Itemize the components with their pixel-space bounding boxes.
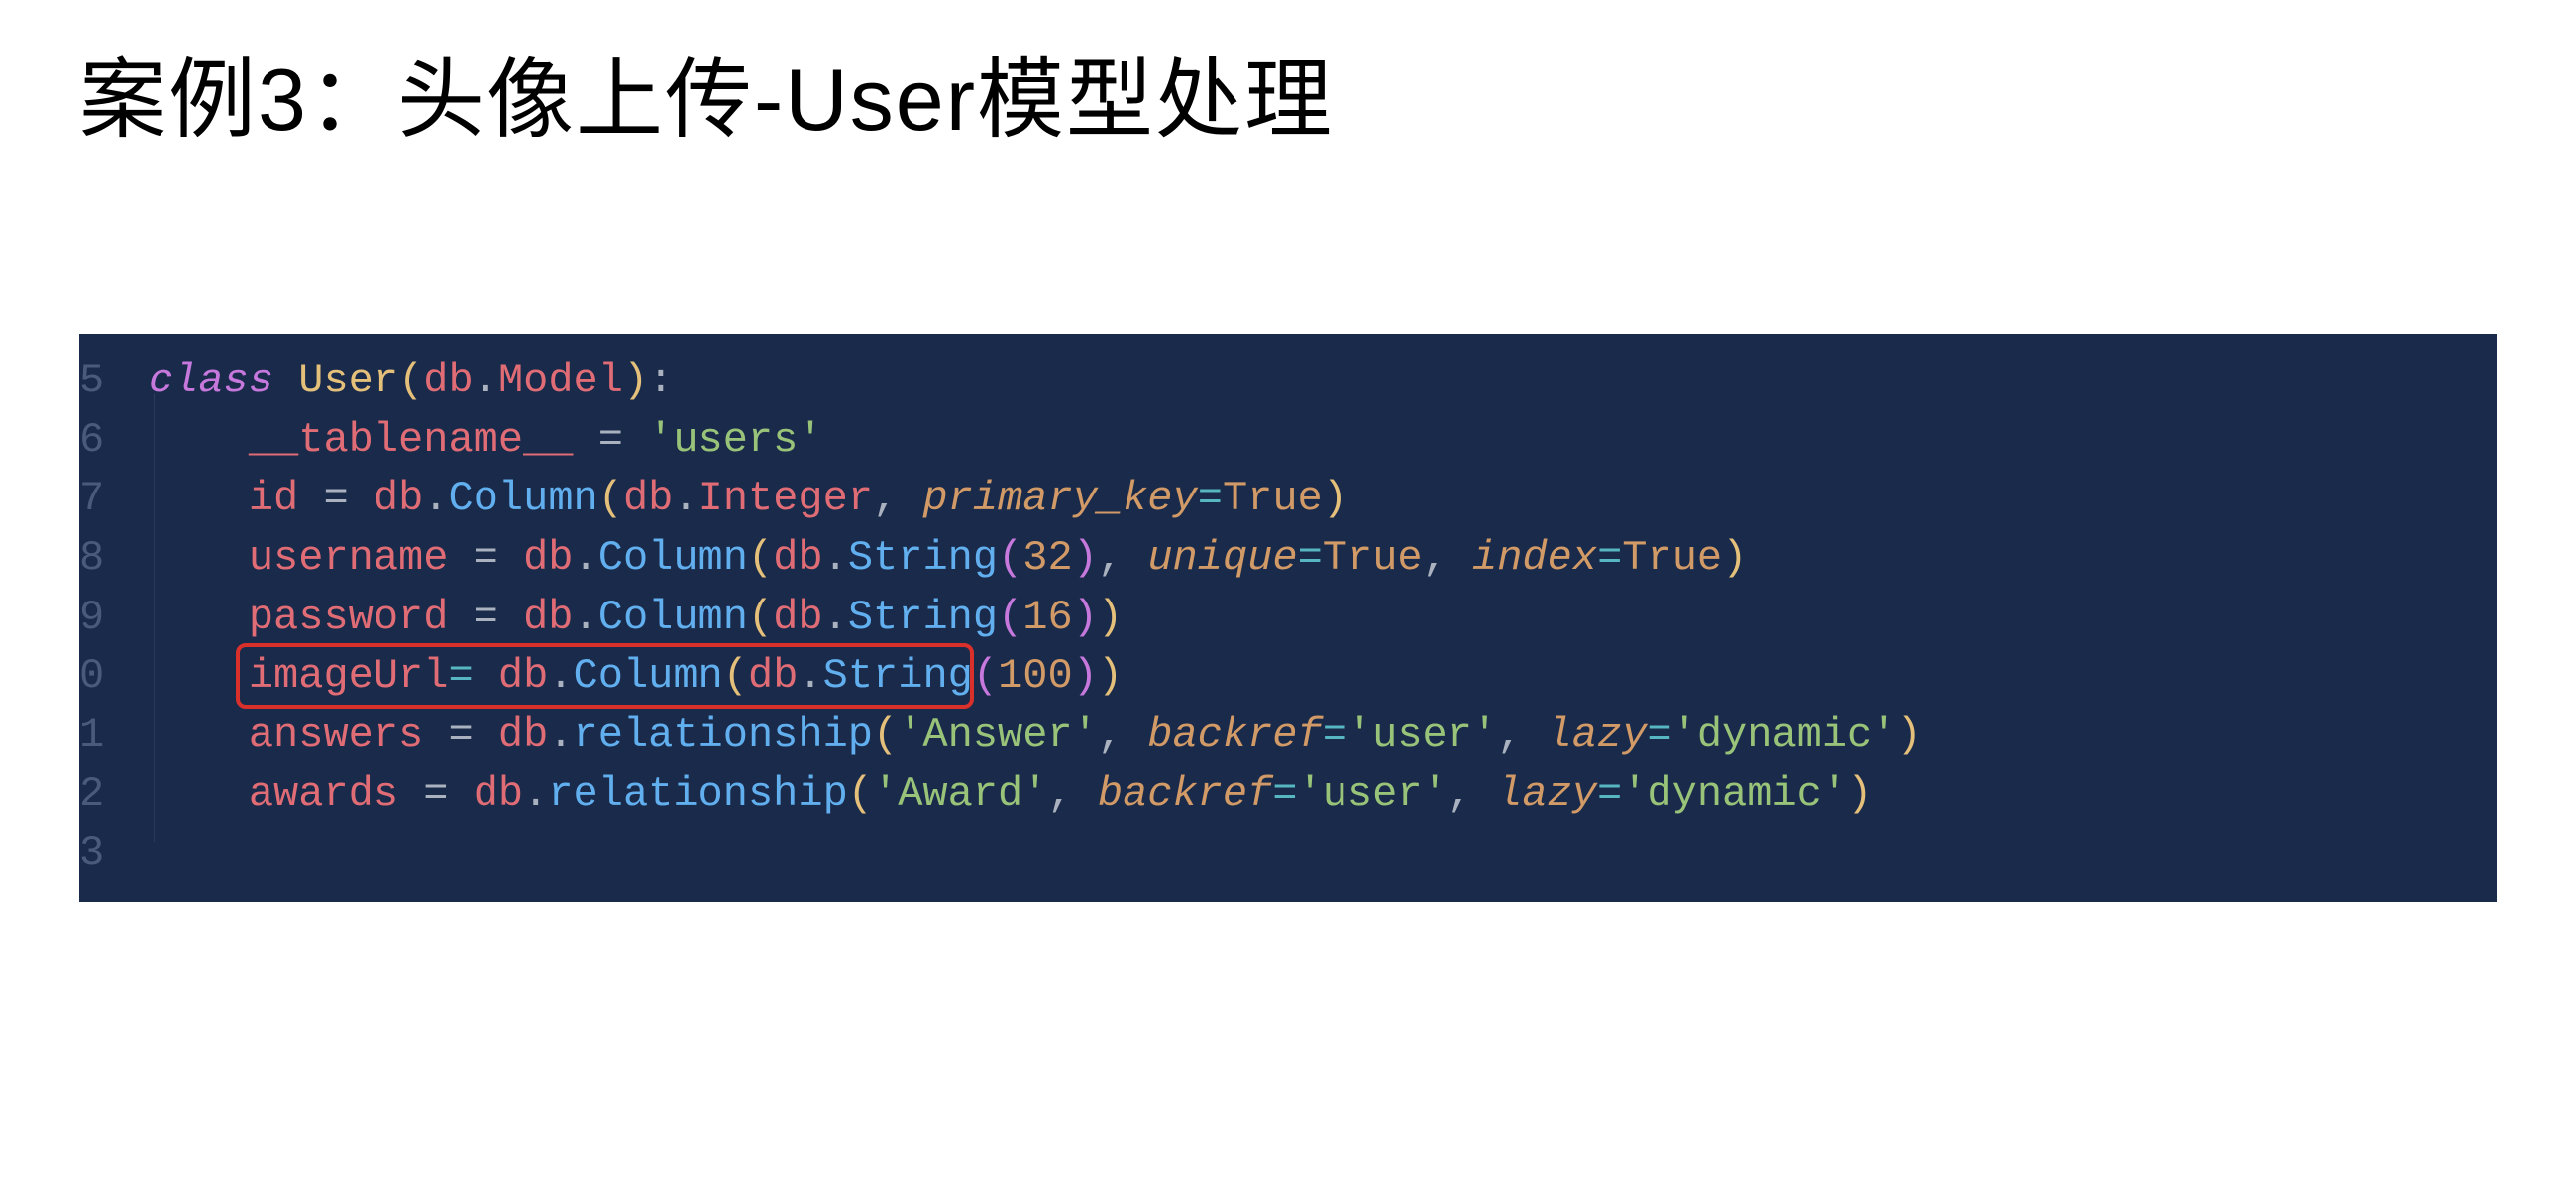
code-content: imageUrl= db.Column(db.String(100))	[109, 647, 2497, 707]
code-content: class User(db.Model):	[109, 352, 2497, 411]
code-line: 7 id = db.Column(db.Integer, primary_key…	[79, 470, 2497, 529]
slide-title: 案例3：头像上传-User模型处理	[79, 30, 2497, 156]
code-content: username = db.Column(db.String(32), uniq…	[109, 529, 2497, 589]
code-content: id = db.Column(db.Integer, primary_key=T…	[109, 470, 2497, 529]
line-number: 2	[79, 765, 109, 824]
code-content: answers = db.relationship('Answer', back…	[109, 707, 2497, 766]
code-line: 0 imageUrl= db.Column(db.String(100))	[79, 647, 2497, 707]
line-number: 7	[79, 470, 109, 529]
line-number: 6	[79, 411, 109, 471]
line-number: 3	[79, 824, 109, 884]
code-line: 1 answers = db.relationship('Answer', ba…	[79, 707, 2497, 766]
code-content: password = db.Column(db.String(16))	[109, 589, 2497, 648]
code-line: 9 password = db.Column(db.String(16))	[79, 589, 2497, 648]
line-number: 9	[79, 589, 109, 648]
code-content: __tablename__ = 'users'	[109, 411, 2497, 471]
code-content	[109, 824, 2497, 884]
line-number: 1	[79, 707, 109, 766]
line-number: 8	[79, 529, 109, 589]
code-line: 3	[79, 824, 2497, 884]
code-line: 2 awards = db.relationship('Award', back…	[79, 765, 2497, 824]
code-block: 5 class User(db.Model): 6 __tablename__ …	[79, 334, 2497, 902]
line-number: 5	[79, 352, 109, 411]
code-line: 6 __tablename__ = 'users'	[79, 411, 2497, 471]
code-content: awards = db.relationship('Award', backre…	[109, 765, 2497, 824]
line-number: 0	[79, 647, 109, 707]
code-line: 5 class User(db.Model):	[79, 352, 2497, 411]
code-line: 8 username = db.Column(db.String(32), un…	[79, 529, 2497, 589]
